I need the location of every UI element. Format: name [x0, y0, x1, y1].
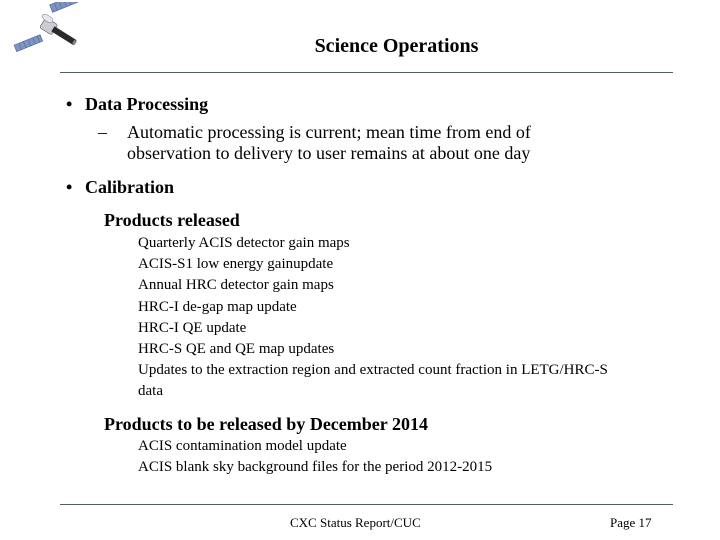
- title-divider: [60, 72, 673, 73]
- page-number: Page 17: [610, 515, 652, 530]
- list-item: Updates to the extraction region and ext…: [138, 362, 608, 400]
- bullet-data-processing: • Data Processing: [66, 93, 208, 115]
- products-released-list: Quarterly ACIS detector gain maps ACIS-S…: [138, 233, 608, 403]
- products-to-be-released-list: ACIS contamination model update ACIS bla…: [138, 436, 608, 478]
- list-item: HRC-S QE and QE map updates: [138, 341, 335, 358]
- list-item: ACIS-S1 low energy gainupdate: [138, 256, 334, 273]
- sub-bullet-text: Automatic processing is current; mean ti…: [127, 122, 531, 163]
- list-item: HRC-I QE update: [138, 319, 247, 336]
- list-item: Annual HRC detector gain maps: [138, 277, 334, 294]
- group-heading-products-released: Products released: [104, 210, 240, 230]
- bullet-icon: •: [66, 94, 73, 114]
- list-item: ACIS contamination model update: [138, 438, 347, 454]
- footer-divider: [60, 504, 673, 505]
- group-heading-products-to-be-released: Products to be released by December 2014: [104, 414, 428, 434]
- footer-report-title: CXC Status Report/CUC: [290, 515, 421, 530]
- section-heading: Data Processing: [85, 94, 209, 114]
- list-item: HRC-I de-gap map update: [138, 298, 297, 315]
- bullet-icon: •: [66, 177, 73, 197]
- slide-title: Science Operations: [314, 35, 479, 57]
- bullet-calibration: • Calibration: [66, 176, 174, 198]
- dash-icon: –: [98, 122, 107, 142]
- section-heading: Calibration: [85, 177, 175, 197]
- list-item: ACIS blank sky background files for the …: [138, 459, 493, 476]
- sub-bullet-automatic-processing: – Automatic processing is current; mean t…: [98, 122, 607, 164]
- list-item: Quarterly ACIS detector gain maps: [138, 235, 350, 251]
